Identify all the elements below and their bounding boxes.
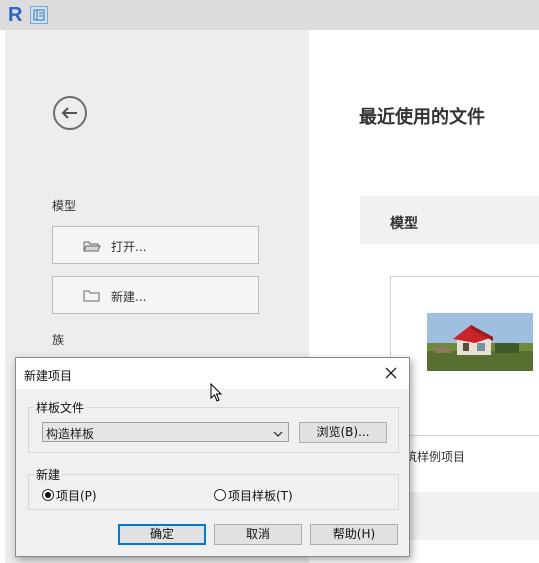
help-button[interactable]: 帮助(H) [310, 524, 398, 545]
model-section-heading: 模型 [390, 216, 418, 232]
project-thumbnail[interactable] [427, 313, 533, 371]
cancel-button[interactable]: 取消 [214, 524, 302, 545]
revit-logo[interactable]: R [8, 5, 24, 25]
project-radio-label[interactable]: 项目(P) [56, 487, 97, 504]
title-bar: R [0, 0, 539, 30]
ok-button[interactable]: 确定 [118, 524, 206, 545]
new-button[interactable]: 新建... [52, 276, 259, 314]
folder-open-icon [83, 239, 101, 256]
back-button[interactable] [53, 96, 87, 130]
project-radio[interactable] [42, 489, 54, 501]
recent-project-caption[interactable]: 筑样例项目 [405, 448, 465, 465]
new-folder-icon [83, 289, 101, 306]
recent-files-title: 最近使用的文件 [359, 107, 485, 128]
open-label: 打开... [111, 240, 147, 254]
model-section-label: 模型 [52, 199, 77, 213]
project-template-radio[interactable] [214, 489, 226, 501]
model-section-band [360, 196, 539, 244]
back-arrow-icon [61, 107, 77, 119]
family-section-label: 族 [52, 333, 65, 347]
template-select[interactable]: 构造样板 [42, 422, 289, 442]
template-value: 构造样板 [46, 427, 95, 441]
new-label: 新建... [111, 290, 147, 304]
radio-selected-dot [45, 492, 51, 498]
chevron-down-icon [273, 427, 283, 441]
mouse-cursor-icon [210, 382, 224, 406]
panel-toggle-icon[interactable] [30, 6, 48, 24]
close-icon[interactable] [381, 363, 401, 383]
open-button[interactable]: 打开... [52, 226, 259, 264]
create-group-label: 新建 [34, 466, 63, 483]
dialog-title: 新建项目 [24, 369, 73, 383]
template-file-label: 样板文件 [34, 399, 87, 416]
project-template-radio-label[interactable]: 项目样板(T) [228, 487, 293, 504]
browse-button[interactable]: 浏览(B)... [299, 422, 387, 443]
